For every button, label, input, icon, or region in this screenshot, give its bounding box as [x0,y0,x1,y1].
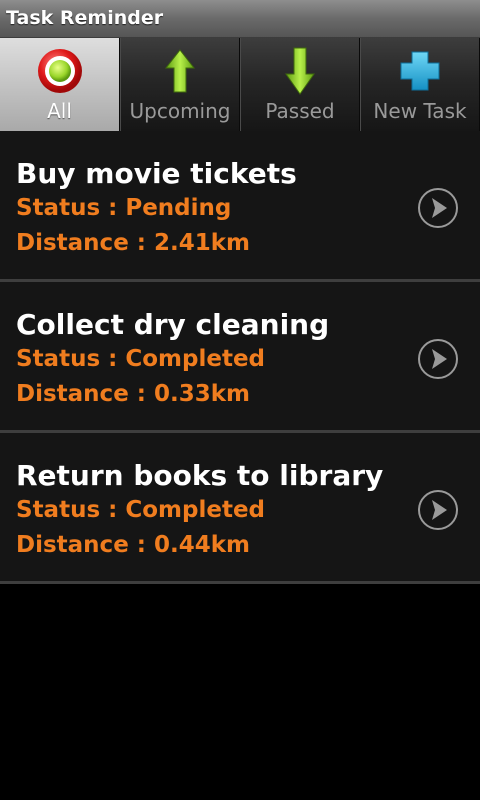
chevron-right-icon[interactable] [417,489,459,531]
task-name: Collect dry cleaning [16,308,330,341]
task-name: Return books to library [16,459,384,492]
task-list: Buy movie tickets Status : Pending Dista… [0,131,480,584]
tab-new-task[interactable]: New Task [360,38,480,131]
task-distance: Distance : 0.44km [16,532,251,558]
list-item[interactable]: Return books to library Status : Complet… [0,433,480,584]
tab-all-label: All [47,99,72,123]
list-item[interactable]: Buy movie tickets Status : Pending Dista… [0,131,480,282]
task-status: Status : Completed [16,497,266,523]
title-bar: Task Reminder [0,0,480,38]
plus-cross-icon [400,51,440,91]
app-title: Task Reminder [6,7,164,29]
task-status: Status : Completed [16,346,266,372]
task-distance: Distance : 0.33km [16,381,251,407]
task-name: Buy movie tickets [16,157,297,190]
chevron-right-icon[interactable] [417,338,459,380]
tab-upcoming[interactable]: Upcoming [120,38,240,131]
tab-all[interactable]: All [0,38,120,131]
arrow-down-icon [285,47,315,95]
tab-bar: All Upcoming Passed New Task [0,38,480,131]
tab-new-task-label: New Task [373,99,467,123]
task-distance: Distance : 2.41km [16,230,251,256]
record-circle-icon [37,49,82,93]
tab-upcoming-label: Upcoming [129,99,231,123]
tab-passed[interactable]: Passed [240,38,360,131]
chevron-right-icon[interactable] [417,187,459,229]
list-item[interactable]: Collect dry cleaning Status : Completed … [0,282,480,433]
arrow-up-icon [164,49,196,93]
task-status: Status : Pending [16,195,232,221]
tab-passed-label: Passed [265,99,335,123]
